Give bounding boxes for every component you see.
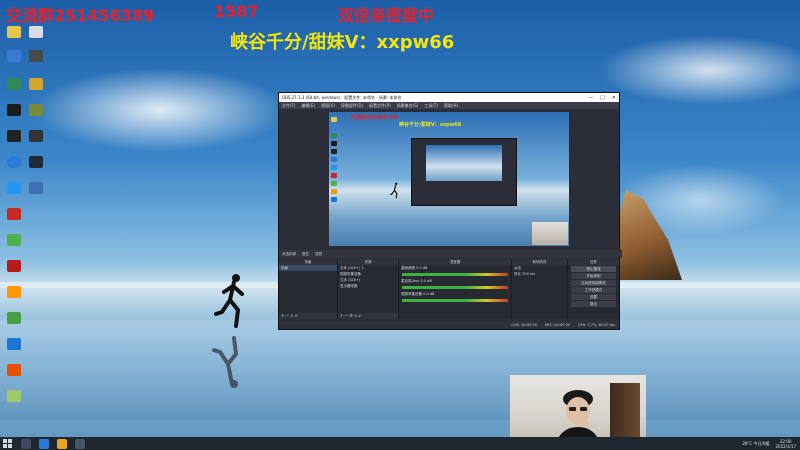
wallpaper-reflection [0,320,800,420]
obs-window[interactable]: OBS 27.1.3 (64-bit, windows) - 配置文件: 未命名… [278,92,622,330]
desktop-icon[interactable] [4,26,24,52]
wallpaper-cliff [612,190,682,280]
edge-icon[interactable] [39,438,49,449]
scene-item[interactable]: 场景 [279,265,337,271]
desktop-icon[interactable] [4,338,24,364]
close-button[interactable]: ✕ [612,95,616,101]
menu-help[interactable]: 帮助(H) [444,103,458,109]
stop-streaming-button[interactable]: 停止推流 [571,266,616,272]
start-recording-button[interactable]: 开始录制 [571,273,616,279]
desktop-icon[interactable] [4,50,24,76]
status-rec: REC: 00:00:00 [544,323,571,327]
desktop-icon[interactable] [4,208,24,234]
audio-meter [402,286,508,289]
runner-silhouette [214,274,244,328]
desktop-icon[interactable] [4,390,24,416]
mixer-track-label: 麦克风/Aux 0.0 dB [401,279,432,283]
obs-title-bar[interactable]: OBS 27.1.3 (64-bit, windows) - 配置文件: 未命名… [279,93,619,102]
menu-tools[interactable]: 工具(T) [424,103,438,109]
preview-overlay-yellow: 峡谷千分/甜妹V：xxpw66 [399,122,462,128]
taskbar: 28°C 今日冷暖 22:00 2022/3/17 [0,437,800,450]
obs-docks: 场景 场景 + − ∧ ∨ 来源 文本 (GDI+) 2 视频采集设备 文本 (… [279,259,619,319]
sources-dock: 来源 文本 (GDI+) 2 视频采集设备 文本 (GDI+) 显示器采集 + … [338,259,399,319]
desktop-icon[interactable] [26,104,46,130]
obs-taskbar-icon[interactable] [75,438,85,449]
scenes-dock-toolbar[interactable]: + − ∧ ∨ [279,313,337,319]
menu-view[interactable]: 视图(V) [321,103,335,109]
preview-desktop-icons [331,114,343,244]
menu-profile[interactable]: 配置文件(P) [369,103,391,109]
scenes-dock: 场景 场景 + − ∧ ∨ [279,259,338,319]
menu-docks[interactable]: 停靠部件(D) [341,103,363,109]
obs-context-bar: 未选择源 属性 滤镜 [279,250,622,258]
controls-dock: 控件 停止推流 开始录制 启动虚拟摄像机 工作室模式 设置 退出 [568,259,619,319]
desktop-icon[interactable] [4,234,24,260]
obs-menu-bar: 文件(F) 编辑(E) 视图(V) 停靠部件(D) 配置文件(P) 场景集合(S… [279,102,619,109]
virtual-camera-button[interactable]: 启动虚拟摄像机 [571,280,616,286]
desktop-icon[interactable] [4,156,24,182]
sources-dock-toolbar[interactable]: + − ⚙ ∧ ∨ [338,313,398,319]
menu-edit[interactable]: 编辑(E) [301,103,315,109]
desktop-icon[interactable] [4,130,24,156]
audio-meter [402,273,508,276]
settings-button[interactable]: 设置 [571,294,616,300]
preview-nested-obs [411,138,517,206]
status-cpu: CPU: 1.7%, 60.00 fps [578,323,615,327]
webcam-background-shelf [610,383,640,443]
desktop-icon[interactable] [26,130,46,156]
clock-date: 2022/3/17 [775,443,796,449]
menu-file[interactable]: 文件(F) [282,103,295,109]
desktop-icon[interactable] [26,50,46,76]
desktop-icon[interactable] [4,312,24,338]
transitions-dock: 转场特效 淡出 时长 300 ms [512,259,568,319]
status-live: LIVE: 00:00:00 [511,323,537,327]
obs-status-bar: LIVE: 00:00:00 REC: 00:00:00 CPU: 1.7%, … [279,321,619,329]
minimize-button[interactable]: — [588,95,593,101]
context-properties-button[interactable]: 属性 [302,252,309,257]
desktop-icon[interactable] [4,104,24,130]
exit-button[interactable]: 退出 [571,301,616,307]
source-item[interactable]: 显示器采集 [338,283,398,289]
desktop-icon[interactable] [26,26,46,52]
desktop-icon[interactable] [26,78,46,104]
overlay-sub-promo: 峡谷千分/甜妹V：xxpw66 [230,32,455,53]
system-tray: 28°C 今日冷暖 22:00 2022/3/17 [742,439,800,449]
file-explorer-icon[interactable] [57,438,67,449]
nested-preview [426,145,502,181]
studio-mode-button[interactable]: 工作室模式 [571,287,616,293]
mixer-dock: 混音器 桌面音频 0.0 dB 麦克风/Aux 0.0 dB 视频采集设备 0.… [399,259,512,319]
mixer-track-label: 视频采集设备 0.0 dB [401,292,435,296]
clock[interactable]: 22:00 2022/3/17 [775,439,796,449]
mixer-track-label: 桌面音频 0.0 dB [401,266,428,270]
menu-scene-collection[interactable]: 场景集合(S) [397,103,419,109]
desktop-icon[interactable] [26,156,46,182]
context-filters-button[interactable]: 滤镜 [315,252,322,257]
overlay-promo: 双倍亲密度中 [338,6,435,25]
desktop-icon[interactable] [4,78,24,104]
search-icon[interactable] [21,438,31,449]
desktop-icon[interactable] [26,182,46,208]
obs-window-title: OBS 27.1.3 (64-bit, windows) - 配置文件: 未命名… [282,94,402,100]
maximize-button[interactable]: □ [600,95,605,101]
transition-duration[interactable]: 时长 300 ms [512,271,567,277]
desktop-icon[interactable] [4,260,24,286]
desktop-icon[interactable] [4,286,24,312]
desktop-icon[interactable] [4,364,24,390]
preview-runner [390,182,398,199]
preview-webcam [532,222,568,245]
overlay-qq-group: 交流群251456389 [6,6,155,25]
desktop-icon[interactable] [4,182,24,208]
preview-overlay-red: 交流群251456389 [351,115,398,121]
runner-reflection [212,336,239,388]
windows-start-icon[interactable] [3,438,13,449]
overlay-number: 1587 [214,2,259,21]
controls-dock-title: 控件 [568,259,619,265]
obs-preview[interactable]: 交流群251456389 峡谷千分/甜妹V：xxpw66 [329,112,569,246]
audio-meter [402,299,508,302]
context-no-source: 未选择源 [282,251,296,256]
weather-text[interactable]: 28°C 今日冷暖 [742,441,769,447]
